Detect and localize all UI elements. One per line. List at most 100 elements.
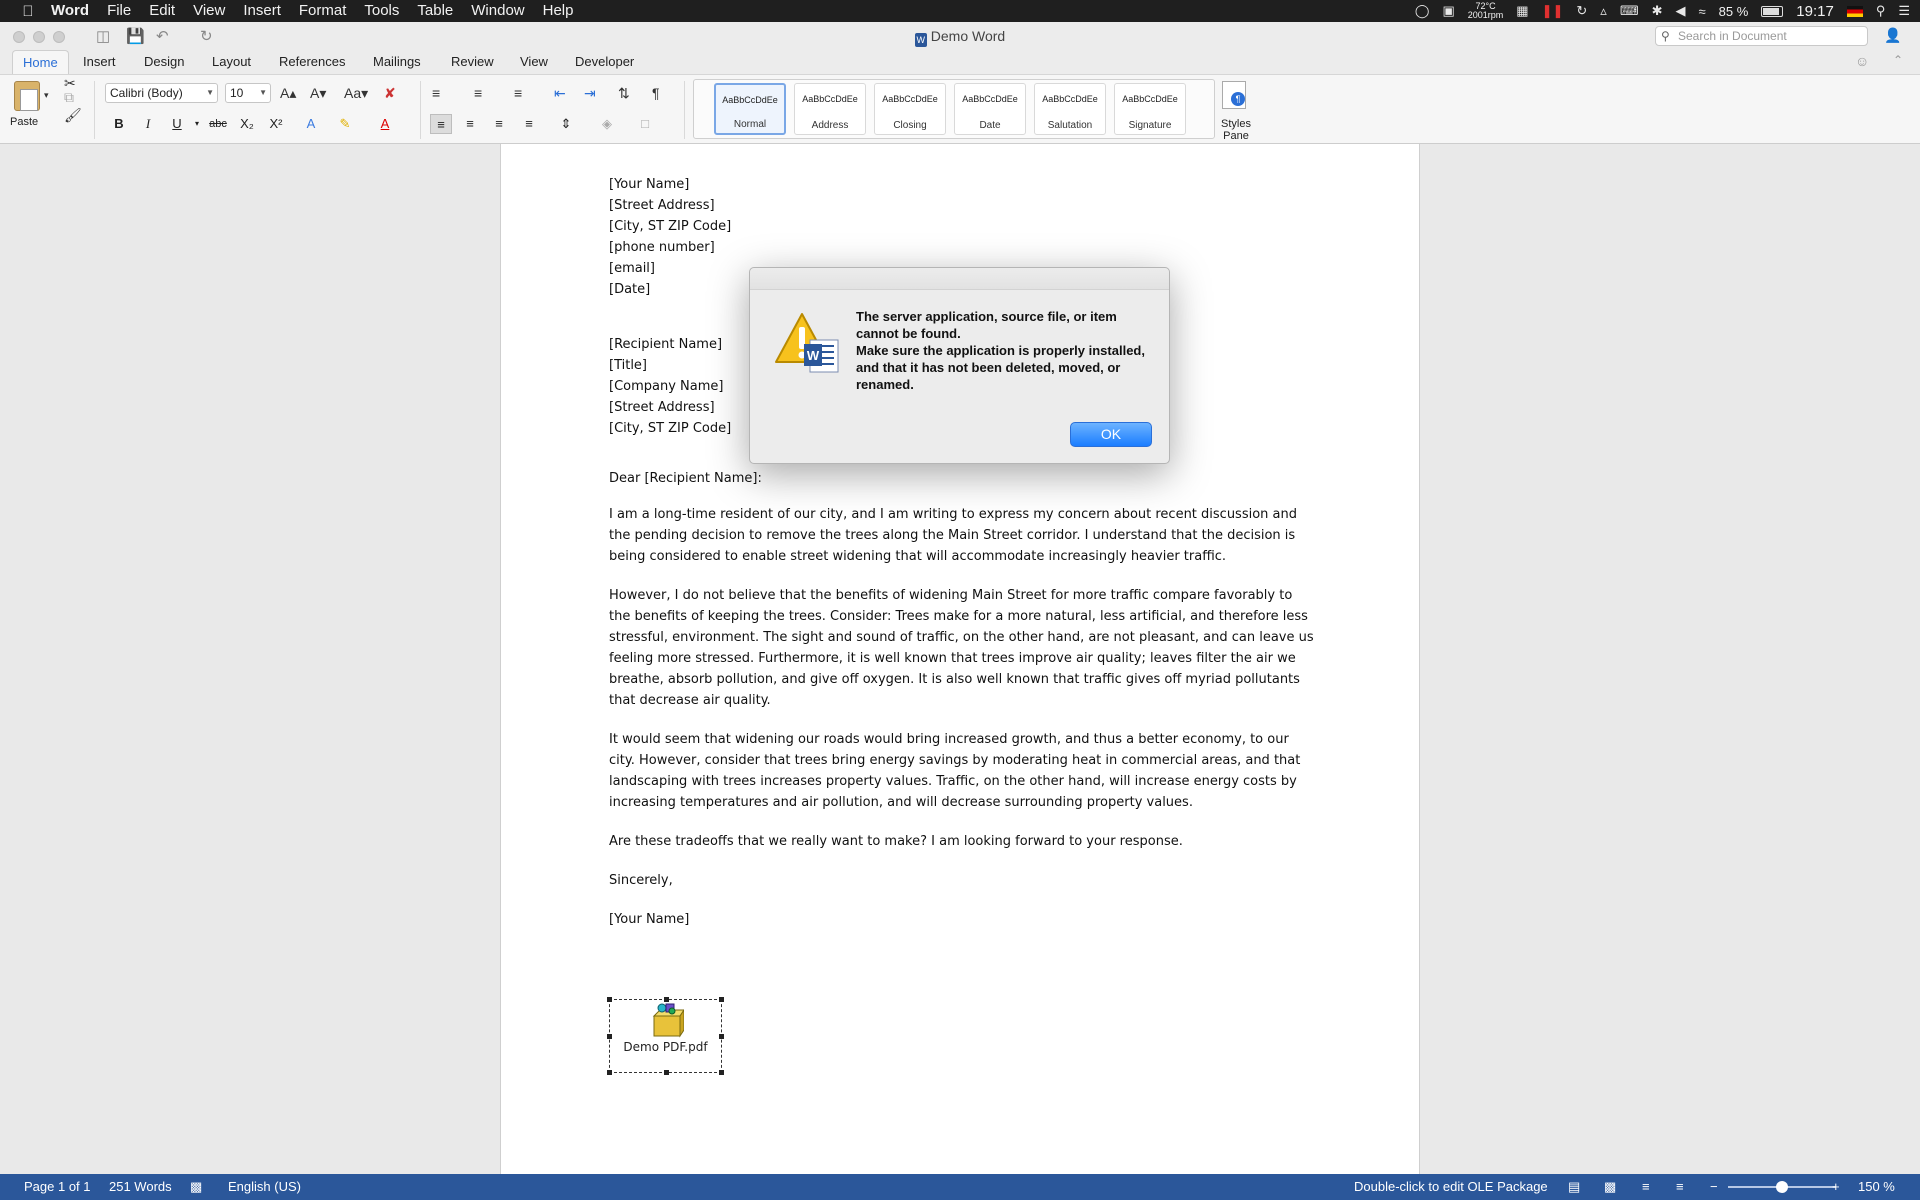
style-normal[interactable]: AaBbCcDdEe Normal <box>714 83 786 135</box>
dialog-title-bar[interactable] <box>750 268 1169 290</box>
draft-view-icon[interactable]: ▤ <box>1568 1174 1580 1200</box>
resize-handle[interactable] <box>607 997 612 1002</box>
battery-percent[interactable]: 85 % <box>1719 4 1749 19</box>
word-count[interactable]: 251 Words <box>109 1174 172 1200</box>
airplay-icon[interactable]: ▵ <box>1600 3 1607 19</box>
line-spacing-icon[interactable]: ⇕ <box>555 114 577 134</box>
search-in-document-field[interactable]: ⚲ Search in Document <box>1655 26 1868 46</box>
temperature-readout[interactable]: 72°C 2001rpm <box>1468 2 1504 20</box>
grid-icon[interactable]: ▦ <box>1516 3 1528 19</box>
battery-icon[interactable] <box>1761 5 1784 17</box>
wifi-icon[interactable]: ≈ <box>1698 4 1705 19</box>
strikethrough-icon[interactable]: abc <box>207 114 229 134</box>
style-salutation[interactable]: AaBbCcDdEe Salutation <box>1034 83 1106 135</box>
tab-layout[interactable]: Layout <box>202 50 261 74</box>
menu-file[interactable]: File <box>98 0 140 22</box>
style-closing[interactable]: AaBbCcDdEe Closing <box>874 83 946 135</box>
tab-mailings[interactable]: Mailings <box>363 50 431 74</box>
zoom-in-icon[interactable]: + <box>1832 1174 1840 1200</box>
numbering-icon[interactable]: ≡ <box>474 83 482 103</box>
tab-design[interactable]: Design <box>134 50 194 74</box>
notification-center-icon[interactable]: ☰ <box>1898 3 1910 19</box>
resize-handle[interactable] <box>719 1070 724 1075</box>
tab-home[interactable]: Home <box>12 50 69 74</box>
style-signature[interactable]: AaBbCcDdEe Signature <box>1114 83 1186 135</box>
subscript-icon[interactable]: X₂ <box>236 114 258 134</box>
paste-button-label[interactable]: Paste <box>10 116 38 128</box>
web-layout-icon[interactable]: ▩ <box>1604 1174 1616 1200</box>
clock[interactable]: 19:17 <box>1796 3 1834 20</box>
align-right-icon[interactable]: ≡ <box>488 114 510 134</box>
status-circle-icon[interactable]: ◯ <box>1415 3 1430 19</box>
volume-icon[interactable]: ◀ <box>1675 3 1685 19</box>
justify-icon[interactable]: ≡ <box>518 114 540 134</box>
menu-tools[interactable]: Tools <box>355 0 408 22</box>
tab-references[interactable]: References <box>269 50 355 74</box>
menu-window[interactable]: Window <box>462 0 533 22</box>
show-formatting-marks-icon[interactable]: ¶ <box>652 83 660 103</box>
resize-handle[interactable] <box>607 1070 612 1075</box>
print-layout-icon[interactable]: ≡ <box>1676 1174 1684 1200</box>
menu-view[interactable]: View <box>184 0 234 22</box>
display-icon[interactable]: ▣ <box>1442 3 1454 19</box>
ole-package-object[interactable]: Demo PDF.pdf <box>607 997 724 1075</box>
align-center-icon[interactable]: ≡ <box>459 114 481 134</box>
style-date[interactable]: AaBbCcDdEe Date <box>954 83 1026 135</box>
bullets-icon[interactable]: ≡ <box>432 83 440 103</box>
resize-handle[interactable] <box>719 997 724 1002</box>
menu-table[interactable]: Table <box>408 0 462 22</box>
time-machine-icon[interactable]: ↻ <box>1576 3 1587 19</box>
decrease-indent-icon[interactable]: ⇤ <box>554 83 566 103</box>
font-name-dropdown[interactable]: Calibri (Body) ▼ <box>105 83 218 103</box>
font-size-dropdown[interactable]: 10 ▼ <box>225 83 271 103</box>
styles-pane-icon[interactable] <box>1222 81 1246 109</box>
style-address[interactable]: AaBbCcDdEe Address <box>794 83 866 135</box>
align-left-icon[interactable]: ≡ <box>430 114 452 134</box>
highlight-icon[interactable]: ✎ <box>334 114 356 134</box>
zoom-out-icon[interactable]: − <box>1710 1174 1718 1200</box>
zoom-percent[interactable]: 150 % <box>1858 1174 1895 1200</box>
feedback-smiley-icon[interactable]: ☺ <box>1855 53 1869 69</box>
share-person-icon[interactable]: 👤 <box>1884 27 1901 44</box>
paste-options-caret-icon[interactable]: ▾ <box>44 85 49 105</box>
collapse-ribbon-icon[interactable]: ⌃ <box>1893 53 1903 67</box>
resize-handle[interactable] <box>719 1034 724 1039</box>
proofing-icon[interactable]: ▩ <box>190 1174 202 1200</box>
underline-icon[interactable]: U <box>166 114 188 134</box>
format-painter-icon[interactable]: 🖌 <box>64 105 82 125</box>
multilevel-list-icon[interactable]: ≡ <box>514 83 522 103</box>
copy-icon[interactable]: ⧉ <box>64 87 74 107</box>
bluetooth-icon[interactable]: ✱ <box>1652 3 1663 19</box>
menu-help[interactable]: Help <box>534 0 583 22</box>
menu-insert[interactable]: Insert <box>234 0 290 22</box>
superscript-icon[interactable]: X² <box>265 114 287 134</box>
grow-font-icon[interactable]: A▴ <box>280 83 296 103</box>
menu-format[interactable]: Format <box>290 0 356 22</box>
text-effects-icon[interactable]: A <box>300 114 322 134</box>
page-count[interactable]: Page 1 of 1 <box>24 1174 91 1200</box>
tab-developer[interactable]: Developer <box>565 50 644 74</box>
font-color-icon[interactable]: A <box>374 114 396 134</box>
resize-handle[interactable] <box>664 1070 669 1075</box>
menu-edit[interactable]: Edit <box>140 0 184 22</box>
spotlight-icon[interactable]: ⚲ <box>1876 3 1886 19</box>
resize-handle[interactable] <box>607 1034 612 1039</box>
styles-pane-label[interactable]: Styles Pane <box>1218 118 1254 142</box>
zoom-slider-thumb[interactable] <box>1776 1181 1788 1193</box>
shading-icon[interactable]: ◈ <box>596 114 618 134</box>
ok-button[interactable]: OK <box>1070 422 1152 447</box>
clear-formatting-icon[interactable]: ✘ <box>384 83 396 103</box>
tab-view[interactable]: View <box>510 50 558 74</box>
increase-indent-icon[interactable]: ⇥ <box>584 83 596 103</box>
menu-app-name[interactable]: Word <box>42 0 98 22</box>
tab-review[interactable]: Review <box>441 50 504 74</box>
sort-icon[interactable]: ⇅ <box>618 83 630 103</box>
input-source-flag-icon[interactable] <box>1846 5 1863 17</box>
pause-icon[interactable]: ❚❚ <box>1542 3 1564 19</box>
apple-menu-icon[interactable]:  <box>14 3 42 20</box>
outline-view-icon[interactable]: ≡ <box>1642 1174 1650 1200</box>
italic-icon[interactable]: I <box>137 114 159 134</box>
bold-icon[interactable]: B <box>108 114 130 134</box>
language[interactable]: English (US) <box>228 1174 301 1200</box>
change-case-icon[interactable]: Aa▾ <box>344 83 368 103</box>
